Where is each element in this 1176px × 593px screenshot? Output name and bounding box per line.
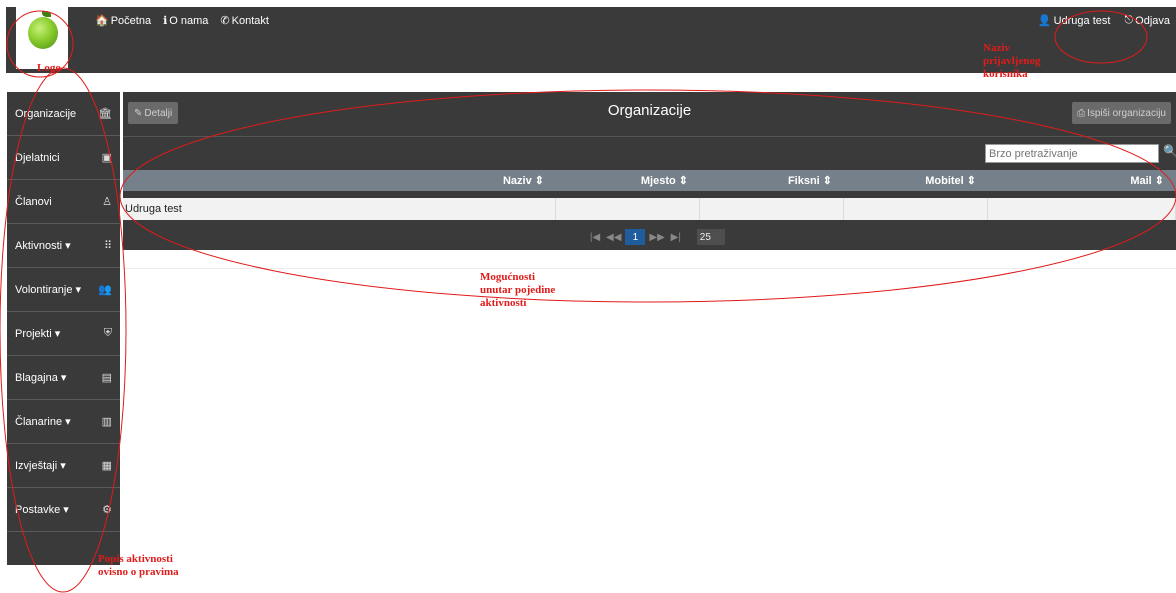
organizations-panel: ✎ Detalji Organizacije ⎙ Ispiši organiza… <box>123 92 1176 250</box>
page-title: Organizacije <box>607 102 692 119</box>
user-outline-icon: ♙ <box>102 196 112 208</box>
cell-mail <box>988 198 1176 220</box>
logo[interactable] <box>16 7 68 69</box>
leaf-icon <box>42 11 51 17</box>
sidebar: Organizacije 🏛 Djelatnici ▣ Članovi ♙ Ak… <box>7 92 120 565</box>
logout-icon: ⎋ <box>1124 14 1134 26</box>
first-page-button[interactable]: |◀ <box>588 229 602 245</box>
annotation-user: Naziv prijavljenog korisnika <box>983 42 1041 80</box>
search-input[interactable] <box>985 144 1159 163</box>
annotation-overlay <box>0 10 1176 593</box>
cell-naziv: Udruga test <box>123 198 556 220</box>
divider <box>123 268 1176 269</box>
sidebar-item-blagajna[interactable]: Blagajna ▾ ▤ <box>7 356 120 400</box>
home-icon: 🏠 <box>95 15 109 27</box>
report-icon: ▦ <box>101 460 112 472</box>
cash-icon: ▤ <box>101 372 112 384</box>
users-icon: 👥 <box>98 284 112 296</box>
user-menu[interactable]: 👤 Udruga test <box>1037 14 1111 28</box>
column-mail[interactable]: Mail ⇕ <box>988 170 1176 191</box>
nav-pocetna[interactable]: 🏠 Početna <box>95 14 151 28</box>
current-page[interactable]: 1 <box>625 229 646 245</box>
sidebar-item-djelatnici[interactable]: Djelatnici ▣ <box>7 136 120 180</box>
info-icon: ℹ <box>163 15 168 27</box>
top-nav: 🏠 Početna ℹ O nama ✆ Kontakt <box>95 14 269 28</box>
table-header: Naziv ⇕ Mjesto ⇕ Fiksni ⇕ Mobitel ⇕ Mail… <box>123 170 1176 191</box>
cell-mobitel <box>844 198 988 220</box>
column-naziv[interactable]: Naziv ⇕ <box>123 170 556 191</box>
column-mjesto[interactable]: Mjesto ⇕ <box>556 170 700 191</box>
logout-link[interactable]: ⎋ Odjava <box>1124 14 1170 27</box>
sidebar-item-volontiranje[interactable]: Volontiranje ▾ 👥 <box>7 268 120 312</box>
sidebar-item-izvjestaji[interactable]: Izvještaji ▾ ▦ <box>7 444 120 488</box>
annotation-sidebar: Popis aktivnosti ovisno o pravima <box>98 553 179 578</box>
table-row[interactable]: Udruga test <box>123 198 1176 220</box>
column-mobitel[interactable]: Mobitel ⇕ <box>844 170 988 191</box>
cell-mjesto <box>556 198 700 220</box>
annotation-logo: Logo <box>37 62 61 74</box>
username: Udruga test <box>1053 14 1111 27</box>
cell-fiksni <box>700 198 844 220</box>
gear-icon: ⚙ <box>102 504 112 516</box>
sidebar-item-clanovi[interactable]: Članovi ♙ <box>7 180 120 224</box>
sidebar-item-clanarine[interactable]: Članarine ▾ ▥ <box>7 400 120 444</box>
last-page-button[interactable]: ▶| <box>669 229 683 245</box>
panel-header: ✎ Detalji Organizacije ⎙ Ispiši organiza… <box>123 92 1176 137</box>
nav-kontakt[interactable]: ✆ Kontakt <box>220 14 269 28</box>
user-area: 👤 Udruga test ⎋ Odjava <box>1038 14 1170 27</box>
next-page-button[interactable]: ▶▶ <box>649 229 664 245</box>
sidebar-item-postavke[interactable]: Postavke ▾ ⚙ <box>7 488 120 532</box>
sidebar-item-projekti[interactable]: Projekti ▾ ⛨ <box>7 312 120 356</box>
annotation-options: Mogućnosti unutar pojedine aktivnosti <box>480 271 556 309</box>
prev-page-button[interactable]: ◀◀ <box>606 229 621 245</box>
search-icon[interactable]: 🔍 <box>1163 144 1176 158</box>
column-fiksni[interactable]: Fiksni ⇕ <box>700 170 844 191</box>
sidebar-item-aktivnosti[interactable]: Aktivnosti ▾ ⠿ <box>7 224 120 268</box>
user-icon: 👤 <box>1037 15 1052 27</box>
pagination: |◀ ◀◀ 1 ▶▶ ▶| 25 <box>588 229 725 245</box>
page-size-select[interactable]: 25 <box>696 229 725 245</box>
barcode-icon: ▥ <box>101 416 112 428</box>
print-icon: ⎙ <box>1077 107 1086 119</box>
grid-icon: ⠿ <box>103 240 112 252</box>
sidebar-item-organizacije[interactable]: Organizacije 🏛 <box>7 92 120 136</box>
bank-icon: 🏛 <box>98 108 112 120</box>
apple-logo-icon <box>28 17 58 49</box>
shield-icon: ⛨ <box>103 327 112 339</box>
nav-o-nama[interactable]: ℹ O nama <box>163 14 208 28</box>
print-organization-button[interactable]: ⎙ Ispiši organizaciju <box>1072 102 1171 124</box>
id-card-icon: ▣ <box>101 152 112 164</box>
phone-icon: ✆ <box>220 15 230 27</box>
